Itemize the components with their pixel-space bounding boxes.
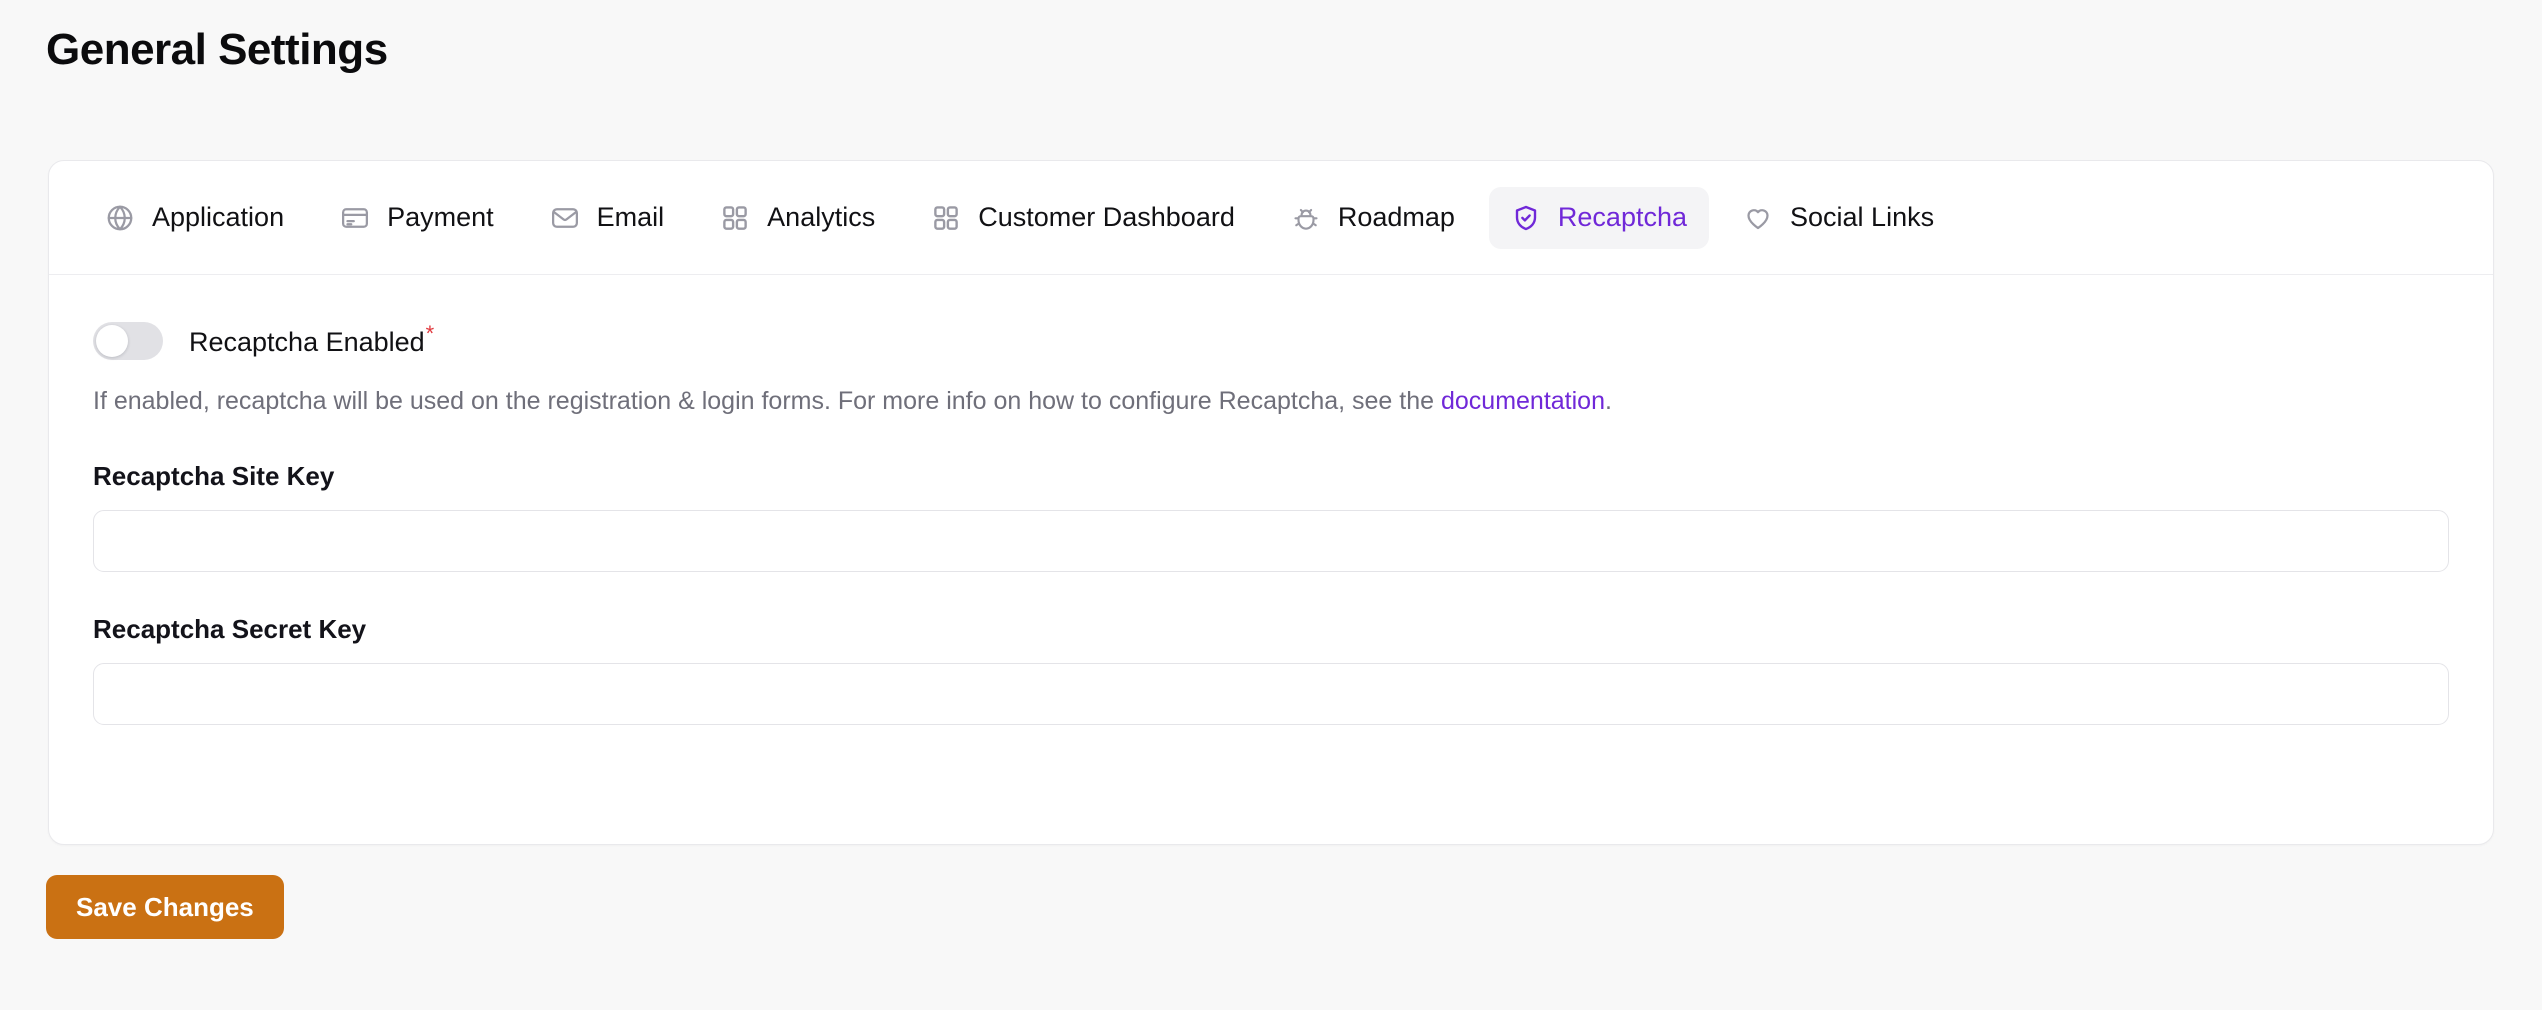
tab-application[interactable]: Application (83, 187, 306, 249)
recaptcha-enabled-label: Recaptcha Enabled* (189, 322, 434, 357)
tab-label: Recaptcha (1557, 202, 1688, 232)
page-title: General Settings (46, 25, 388, 74)
recaptcha-site-key-label: Recaptcha Site Key (93, 460, 335, 491)
envelope-icon (550, 203, 580, 233)
tab-social-links[interactable]: Social Links (1721, 187, 1956, 249)
recaptcha-site-key-field: Recaptcha Site Key (93, 463, 2449, 572)
recaptcha-secret-key-field: Recaptcha Secret Key (93, 616, 2449, 725)
tab-roadmap[interactable]: Roadmap (1269, 187, 1477, 249)
shield-check-icon (1511, 203, 1541, 233)
grid-icon (931, 203, 961, 233)
documentation-link[interactable]: documentation (1441, 387, 1605, 415)
toggle-knob (96, 325, 128, 357)
recaptcha-help-text: If enabled, recaptcha will be used on th… (93, 385, 2449, 419)
tab-label: Email (596, 202, 665, 232)
recaptcha-secret-key-label: Recaptcha Secret Key (93, 613, 367, 644)
tab-recaptcha[interactable]: Recaptcha (1488, 186, 1710, 249)
heart-icon (1743, 203, 1773, 233)
tab-label: Payment (387, 202, 494, 232)
tab-label: Roadmap (1337, 202, 1455, 232)
help-text-after: . (1605, 387, 1612, 415)
recaptcha-site-key-input[interactable] (93, 509, 2449, 572)
recaptcha-enabled-toggle[interactable] (93, 322, 163, 360)
help-text-before: If enabled, recaptcha will be used on th… (93, 387, 1441, 415)
tab-customer-dashboard[interactable]: Customer Dashboard (909, 187, 1257, 249)
settings-card: Application Payment Email Analytics Cust… (48, 160, 2494, 845)
globe-icon (105, 203, 135, 233)
credit-card-icon (340, 203, 370, 233)
general-settings-page: General Settings Application Payment Ema… (0, 0, 2542, 1010)
grid-icon (720, 203, 750, 233)
recaptcha-secret-key-input[interactable] (93, 662, 2449, 725)
settings-tab-bar: Application Payment Email Analytics Cust… (49, 161, 2493, 275)
recaptcha-enabled-row: Recaptcha Enabled* (93, 319, 2449, 363)
save-changes-button[interactable]: Save Changes (46, 875, 284, 939)
bug-icon (1291, 203, 1321, 233)
tab-label: Application (152, 202, 285, 232)
required-asterisk: * (425, 320, 435, 346)
tab-analytics[interactable]: Analytics (698, 187, 897, 249)
tab-label: Analytics (767, 202, 876, 232)
toggle-label-text: Recaptcha Enabled (189, 326, 425, 357)
tab-label: Customer Dashboard (978, 202, 1235, 232)
tab-label: Social Links (1790, 202, 1935, 232)
tab-payment[interactable]: Payment (318, 187, 516, 249)
recaptcha-settings-panel: Recaptcha Enabled* If enabled, recaptcha… (49, 275, 2493, 725)
tab-email[interactable]: Email (528, 187, 687, 249)
